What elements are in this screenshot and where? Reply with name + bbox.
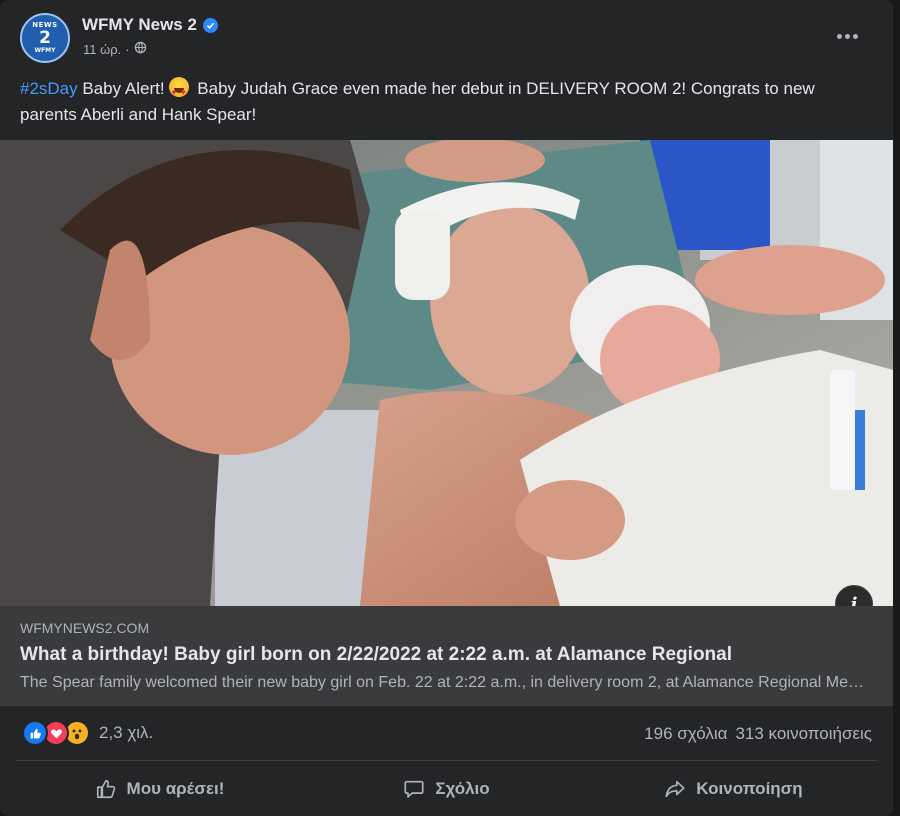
hashtag-link[interactable]: #2sDay — [20, 79, 78, 98]
more-dot — [852, 33, 858, 39]
actions-divider — [16, 760, 877, 761]
like-button-label: Μου αρέσει! — [126, 779, 225, 798]
post-text: #2sDay Baby Alert! Baby Judah Grace even… — [20, 76, 870, 128]
comment-button[interactable]: Σχόλιο — [303, 766, 590, 812]
photo-illustration — [0, 140, 893, 606]
link-preview[interactable]: WFMYNEWS2.COM What a birthday! Baby girl… — [0, 606, 893, 706]
link-domain: WFMYNEWS2.COM — [20, 620, 150, 636]
verified-badge-icon — [202, 17, 218, 33]
post-photo[interactable] — [0, 140, 893, 606]
share-button[interactable]: Κοινοποίηση — [590, 766, 877, 812]
link-description: The Spear family welcomed their new baby… — [20, 674, 870, 691]
avatar-text-middle: 2 — [39, 28, 51, 48]
reaction-count: 2,3 χιλ. — [99, 723, 154, 742]
share-icon — [665, 780, 685, 798]
post-timestamp[interactable]: 11 ώρ. — [83, 42, 121, 57]
globe-icon[interactable] — [134, 41, 147, 57]
shares-count-link[interactable]: 313 κοινοποιήσεις — [735, 724, 872, 744]
like-reaction-icon — [22, 720, 48, 746]
thumbs-up-icon — [96, 779, 115, 799]
avatar-text-bottom: WFMY — [34, 47, 56, 54]
page-avatar[interactable]: NEWS 2 WFMY — [20, 13, 70, 63]
more-options-icon[interactable] — [829, 22, 865, 50]
more-dot — [836, 33, 842, 39]
comment-icon — [404, 780, 424, 798]
comment-button-label: Σχόλιο — [435, 779, 490, 798]
share-button-label: Κοινοποίηση — [696, 779, 803, 798]
meta-separator: · — [125, 41, 130, 57]
link-title: What a birthday! Baby girl born on 2/22/… — [20, 644, 732, 665]
page-name-link[interactable]: WFMY News 2 — [82, 15, 197, 35]
reactions-summary[interactable]: 2,3 χιλ. — [22, 720, 153, 746]
post-card: NEWS 2 WFMY WFMY News 2 11 ώρ. · #2sDay … — [0, 0, 893, 816]
action-bar: Μου αρέσει! Σχόλιο Κοινοποίηση — [16, 766, 877, 812]
like-button[interactable]: Μου αρέσει! — [16, 766, 303, 812]
page-name-row: WFMY News 2 — [82, 15, 218, 35]
engagement-counts: 196 σχόλια 313 κοινοποιήσεις — [644, 724, 872, 744]
post-meta: 11 ώρ. · — [83, 41, 147, 57]
star-struck-emoji-icon — [168, 77, 189, 106]
post-text-part1: Baby Alert! — [77, 79, 165, 98]
more-dot — [844, 33, 850, 39]
comments-count-link[interactable]: 196 σχόλια — [644, 724, 727, 744]
